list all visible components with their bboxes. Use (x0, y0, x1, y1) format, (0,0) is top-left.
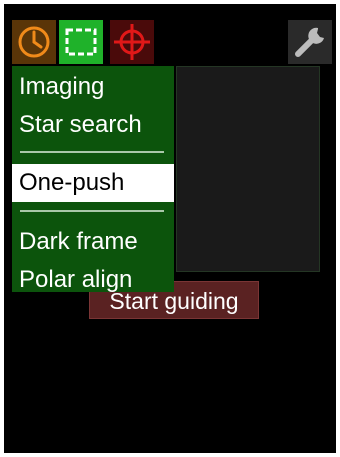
frame-button[interactable] (59, 20, 103, 64)
wrench-icon (295, 27, 324, 57)
menu-item-label: Polar align (19, 266, 133, 293)
menu-item-imaging[interactable]: Imaging (12, 68, 174, 106)
menu-item-label: One-push (19, 169, 125, 196)
menu-item-polar-align[interactable]: Polar align (12, 261, 174, 299)
menu-item-dark-frame[interactable]: Dark frame (12, 223, 174, 261)
mode-dropdown-menu: Imaging Star search One-push Dark frame … (12, 66, 174, 293)
preview-panel (176, 66, 320, 272)
menu-divider (20, 210, 164, 212)
device-screen: Start guiding Imaging Star search One-pu… (4, 4, 336, 453)
menu-item-star-search[interactable]: Star search (12, 106, 174, 144)
settings-button[interactable] (288, 20, 332, 64)
menu-item-label: Imaging (19, 73, 105, 100)
menu-divider (20, 151, 164, 153)
clock-button[interactable] (12, 20, 56, 64)
menu-item-label: Dark frame (19, 228, 138, 255)
crosshair-button[interactable] (110, 20, 154, 64)
menu-item-one-push[interactable]: One-push (12, 164, 174, 202)
crosshair-icon (114, 24, 150, 60)
clock-icon (18, 26, 50, 58)
menu-item-label: Star search (19, 111, 142, 138)
frame-icon (65, 28, 97, 56)
